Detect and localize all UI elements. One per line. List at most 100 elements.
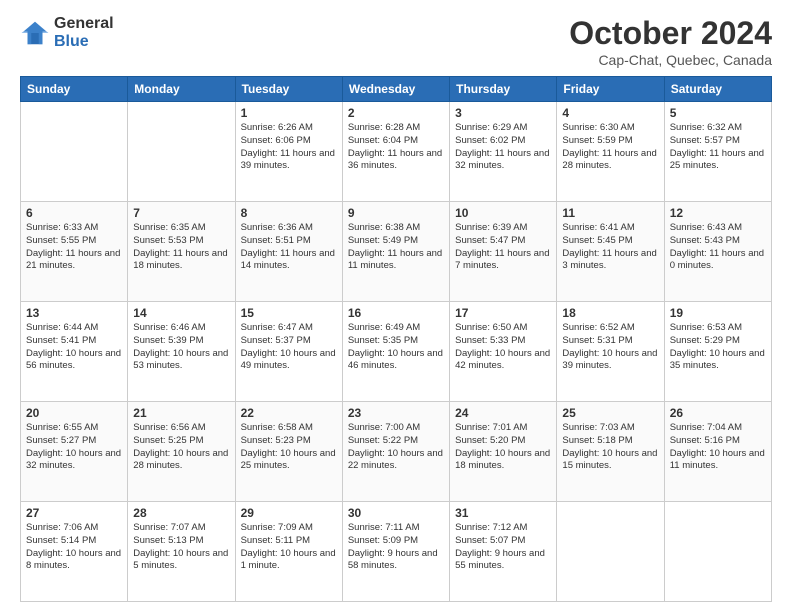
- day-num-w4-d2: 21: [133, 406, 229, 420]
- cell-w4-d5: 24 Sunrise: 7:01 AMSunset: 5:20 PMDayligh…: [450, 402, 557, 502]
- logo: General Blue: [20, 15, 114, 50]
- day-num-w2-d6: 11: [562, 206, 658, 220]
- cell-info-w2-d5: Sunrise: 6:39 AMSunset: 5:47 PMDaylight:…: [455, 222, 551, 273]
- cell-info-w1-d5: Sunrise: 6:29 AMSunset: 6:02 PMDaylight:…: [455, 122, 551, 173]
- day-num-w3-d7: 19: [670, 306, 766, 320]
- day-num-w3-d5: 17: [455, 306, 551, 320]
- cell-info-w2-d6: Sunrise: 6:41 AMSunset: 5:45 PMDaylight:…: [562, 222, 658, 273]
- cell-w4-d4: 23 Sunrise: 7:00 AMSunset: 5:22 PMDayligh…: [342, 402, 449, 502]
- cell-w5-d6: [557, 502, 664, 602]
- cell-w5-d1: 27 Sunrise: 7:06 AMSunset: 5:14 PMDayligh…: [21, 502, 128, 602]
- cell-w3-d5: 17 Sunrise: 6:50 AMSunset: 5:33 PMDayligh…: [450, 302, 557, 402]
- day-num-w4-d3: 22: [241, 406, 337, 420]
- header-row: Sunday Monday Tuesday Wednesday Thursday…: [21, 77, 772, 102]
- cell-info-w5-d2: Sunrise: 7:07 AMSunset: 5:13 PMDaylight:…: [133, 522, 229, 573]
- cell-w2-d2: 7Sunrise: 6:35 AMSunset: 5:53 PMDaylight…: [128, 202, 235, 302]
- col-thursday: Thursday: [450, 77, 557, 102]
- day-num-w3-d3: 15: [241, 306, 337, 320]
- cell-w3-d6: 18 Sunrise: 6:52 AMSunset: 5:31 PMDayligh…: [557, 302, 664, 402]
- cell-w2-d4: 9Sunrise: 6:38 AMSunset: 5:49 PMDaylight…: [342, 202, 449, 302]
- day-num-w2-d1: 6: [26, 206, 122, 220]
- day-num-w2-d7: 12: [670, 206, 766, 220]
- day-num-w5-d1: 27: [26, 506, 122, 520]
- title-area: October 2024 Cap-Chat, Quebec, Canada: [569, 15, 772, 68]
- header: General Blue October 2024 Cap-Chat, Queb…: [20, 15, 772, 68]
- cell-info-w4-d6: Sunrise: 7:03 AMSunset: 5:18 PMDaylight:…: [562, 422, 658, 473]
- cell-info-w2-d3: Sunrise: 6:36 AMSunset: 5:51 PMDaylight:…: [241, 222, 337, 273]
- cell-info-w1-d4: Sunrise: 6:28 AMSunset: 6:04 PMDaylight:…: [348, 122, 444, 173]
- cell-info-w2-d7: Sunrise: 6:43 AMSunset: 5:43 PMDaylight:…: [670, 222, 766, 273]
- cell-w5-d2: 28Sunrise: 7:07 AMSunset: 5:13 PMDayligh…: [128, 502, 235, 602]
- day-num-w2-d3: 8: [241, 206, 337, 220]
- day-num-w4-d5: 24: [455, 406, 551, 420]
- col-friday: Friday: [557, 77, 664, 102]
- cell-info-w4-d2: Sunrise: 6:56 AMSunset: 5:25 PMDaylight:…: [133, 422, 229, 473]
- cell-info-w4-d1: Sunrise: 6:55 AMSunset: 5:27 PMDaylight:…: [26, 422, 122, 473]
- logo-icon: [20, 18, 50, 48]
- day-num-w1-d5: 3: [455, 106, 551, 120]
- cell-info-w2-d4: Sunrise: 6:38 AMSunset: 5:49 PMDaylight:…: [348, 222, 444, 273]
- cell-w4-d7: 26Sunrise: 7:04 AMSunset: 5:16 PMDayligh…: [664, 402, 771, 502]
- cell-info-w4-d5: Sunrise: 7:01 AMSunset: 5:20 PMDaylight:…: [455, 422, 551, 473]
- cell-info-w2-d1: Sunrise: 6:33 AMSunset: 5:55 PMDaylight:…: [26, 222, 122, 273]
- cell-w2-d3: 8 Sunrise: 6:36 AMSunset: 5:51 PMDaylight…: [235, 202, 342, 302]
- day-num-w3-d6: 18: [562, 306, 658, 320]
- page: General Blue October 2024 Cap-Chat, Queb…: [0, 0, 792, 612]
- logo-general-text: General: [54, 15, 114, 33]
- day-num-w3-d1: 13: [26, 306, 122, 320]
- col-monday: Monday: [128, 77, 235, 102]
- cell-w3-d3: 15 Sunrise: 6:47 AMSunset: 5:37 PMDayligh…: [235, 302, 342, 402]
- cell-w1-d2: [128, 102, 235, 202]
- week-row-2: 6 Sunrise: 6:33 AMSunset: 5:55 PMDaylight…: [21, 202, 772, 302]
- day-num-w4-d6: 25: [562, 406, 658, 420]
- week-row-1: 1Sunrise: 6:26 AMSunset: 6:06 PMDaylight…: [21, 102, 772, 202]
- col-tuesday: Tuesday: [235, 77, 342, 102]
- day-num-w1-d4: 2: [348, 106, 444, 120]
- cell-info-w5-d3: Sunrise: 7:09 AMSunset: 5:11 PMDaylight:…: [241, 522, 337, 573]
- cell-info-w3-d4: Sunrise: 6:49 AMSunset: 5:35 PMDaylight:…: [348, 322, 444, 373]
- cell-info-w1-d6: Sunrise: 6:30 AMSunset: 5:59 PMDaylight:…: [562, 122, 658, 173]
- cell-info-w5-d1: Sunrise: 7:06 AMSunset: 5:14 PMDaylight:…: [26, 522, 122, 573]
- cell-w1-d7: 5Sunrise: 6:32 AMSunset: 5:57 PMDaylight…: [664, 102, 771, 202]
- week-row-5: 27 Sunrise: 7:06 AMSunset: 5:14 PMDayligh…: [21, 502, 772, 602]
- day-num-w5-d3: 29: [241, 506, 337, 520]
- col-saturday: Saturday: [664, 77, 771, 102]
- cell-w2-d1: 6 Sunrise: 6:33 AMSunset: 5:55 PMDaylight…: [21, 202, 128, 302]
- cell-info-w3-d5: Sunrise: 6:50 AMSunset: 5:33 PMDaylight:…: [455, 322, 551, 373]
- cell-w3-d4: 16 Sunrise: 6:49 AMSunset: 5:35 PMDayligh…: [342, 302, 449, 402]
- cell-w4-d6: 25 Sunrise: 7:03 AMSunset: 5:18 PMDayligh…: [557, 402, 664, 502]
- cell-info-w3-d6: Sunrise: 6:52 AMSunset: 5:31 PMDaylight:…: [562, 322, 658, 373]
- week-row-4: 20 Sunrise: 6:55 AMSunset: 5:27 PMDayligh…: [21, 402, 772, 502]
- cell-w4-d1: 20 Sunrise: 6:55 AMSunset: 5:27 PMDayligh…: [21, 402, 128, 502]
- cell-info-w4-d3: Sunrise: 6:58 AMSunset: 5:23 PMDaylight:…: [241, 422, 337, 473]
- cell-info-w3-d3: Sunrise: 6:47 AMSunset: 5:37 PMDaylight:…: [241, 322, 337, 373]
- cell-w2-d5: 10Sunrise: 6:39 AMSunset: 5:47 PMDayligh…: [450, 202, 557, 302]
- day-num-w1-d3: 1: [241, 106, 337, 120]
- cell-w4-d3: 22 Sunrise: 6:58 AMSunset: 5:23 PMDayligh…: [235, 402, 342, 502]
- col-sunday: Sunday: [21, 77, 128, 102]
- cell-w3-d1: 13 Sunrise: 6:44 AMSunset: 5:41 PMDayligh…: [21, 302, 128, 402]
- location-subtitle: Cap-Chat, Quebec, Canada: [569, 52, 772, 68]
- cell-w3-d7: 19Sunrise: 6:53 AMSunset: 5:29 PMDayligh…: [664, 302, 771, 402]
- cell-info-w3-d2: Sunrise: 6:46 AMSunset: 5:39 PMDaylight:…: [133, 322, 229, 373]
- cell-w4-d2: 21 Sunrise: 6:56 AMSunset: 5:25 PMDayligh…: [128, 402, 235, 502]
- day-num-w4-d4: 23: [348, 406, 444, 420]
- cell-w1-d6: 4Sunrise: 6:30 AMSunset: 5:59 PMDaylight…: [557, 102, 664, 202]
- day-num-w4-d1: 20: [26, 406, 122, 420]
- cell-w3-d2: 14 Sunrise: 6:46 AMSunset: 5:39 PMDayligh…: [128, 302, 235, 402]
- logo-blue-text: Blue: [54, 33, 114, 51]
- week-row-3: 13 Sunrise: 6:44 AMSunset: 5:41 PMDayligh…: [21, 302, 772, 402]
- day-num-w3-d2: 14: [133, 306, 229, 320]
- cell-info-w5-d4: Sunrise: 7:11 AMSunset: 5:09 PMDaylight:…: [348, 522, 444, 573]
- day-num-w3-d4: 16: [348, 306, 444, 320]
- logo-text: General Blue: [54, 15, 114, 50]
- cell-info-w4-d4: Sunrise: 7:00 AMSunset: 5:22 PMDaylight:…: [348, 422, 444, 473]
- cell-w5-d4: 30Sunrise: 7:11 AMSunset: 5:09 PMDayligh…: [342, 502, 449, 602]
- cell-w5-d7: [664, 502, 771, 602]
- day-num-w2-d2: 7: [133, 206, 229, 220]
- day-num-w1-d7: 5: [670, 106, 766, 120]
- cell-info-w4-d7: Sunrise: 7:04 AMSunset: 5:16 PMDaylight:…: [670, 422, 766, 473]
- cell-info-w3-d1: Sunrise: 6:44 AMSunset: 5:41 PMDaylight:…: [26, 322, 122, 373]
- col-wednesday: Wednesday: [342, 77, 449, 102]
- cell-w5-d3: 29 Sunrise: 7:09 AMSunset: 5:11 PMDayligh…: [235, 502, 342, 602]
